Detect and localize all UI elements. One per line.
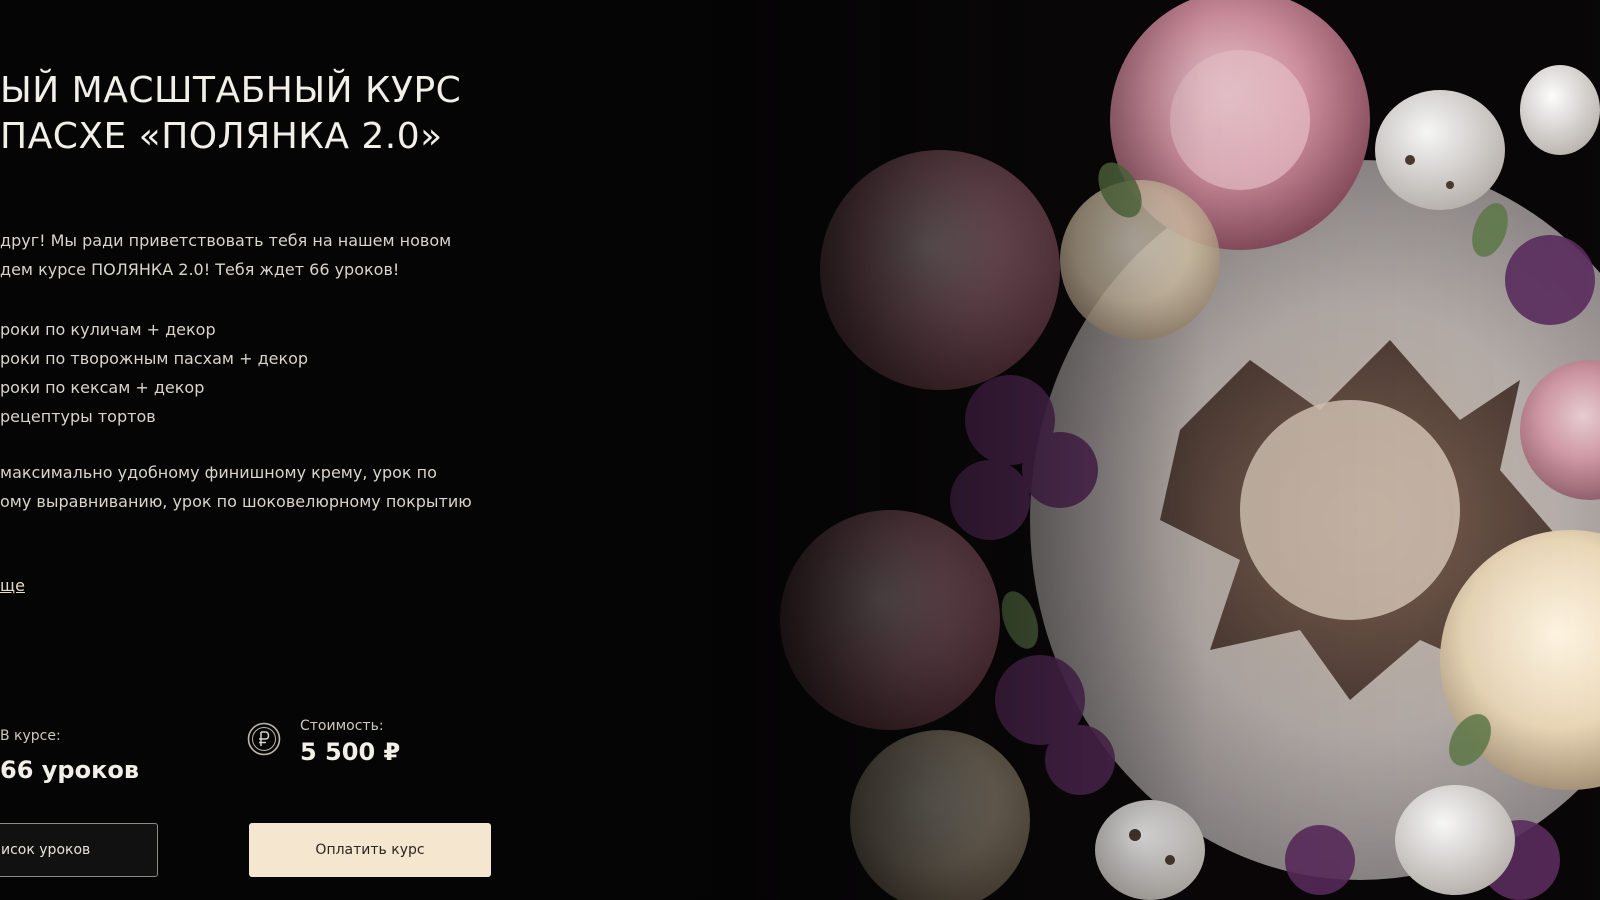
list-item: роки по куличам + декор — [0, 320, 216, 339]
price-label: Стоимость: — [300, 718, 384, 734]
lessons-count-label: В курсе: — [0, 728, 61, 744]
course-title-line-2: ПАСХЕ «ПОЛЯНКА 2.0» — [0, 116, 443, 157]
read-more-link[interactable]: ще — [0, 576, 25, 595]
intro-line-1: друг! Мы ради приветствовать тебя на наш… — [0, 231, 452, 250]
extra-line-1: максимально удобному финишному крему, ур… — [0, 463, 437, 482]
list-item: роки по творожным пасхам + декор — [0, 349, 309, 368]
course-hero: ЫЙ МАСШТАБНЫЙ КУРС ПАСХЕ «ПОЛЯНКА 2.0» д… — [0, 0, 1600, 900]
course-contents-list: роки по куличам + декор роки по творожны… — [0, 315, 308, 431]
list-item: рецептуры тортов — [0, 407, 156, 426]
lessons-count-value: 66 уроков — [0, 756, 140, 784]
price-value: 5 500 ₽ — [300, 738, 401, 766]
intro-line-2: дем курсе ПОЛЯНКА 2.0! Тебя ждет 66 урок… — [0, 260, 400, 279]
extra-line-2: ому выравниванию, урок по шоковелюрному … — [0, 492, 472, 511]
ruble-coin-icon — [247, 722, 281, 756]
list-item: роки по кексам + декор — [0, 378, 205, 397]
course-intro: друг! Мы ради приветствовать тебя на наш… — [0, 226, 451, 284]
course-title-line-1: ЫЙ МАСШТАБНЫЙ КУРС — [0, 70, 462, 111]
pay-course-button[interactable]: Оплатить курс — [249, 823, 491, 877]
lessons-list-button[interactable]: исок уроков — [0, 823, 158, 877]
easter-cake-flowers-image — [560, 0, 1600, 900]
course-title: ЫЙ МАСШТАБНЫЙ КУРС ПАСХЕ «ПОЛЯНКА 2.0» — [0, 68, 461, 160]
course-extra-info: максимально удобному финишному крему, ур… — [0, 458, 472, 516]
